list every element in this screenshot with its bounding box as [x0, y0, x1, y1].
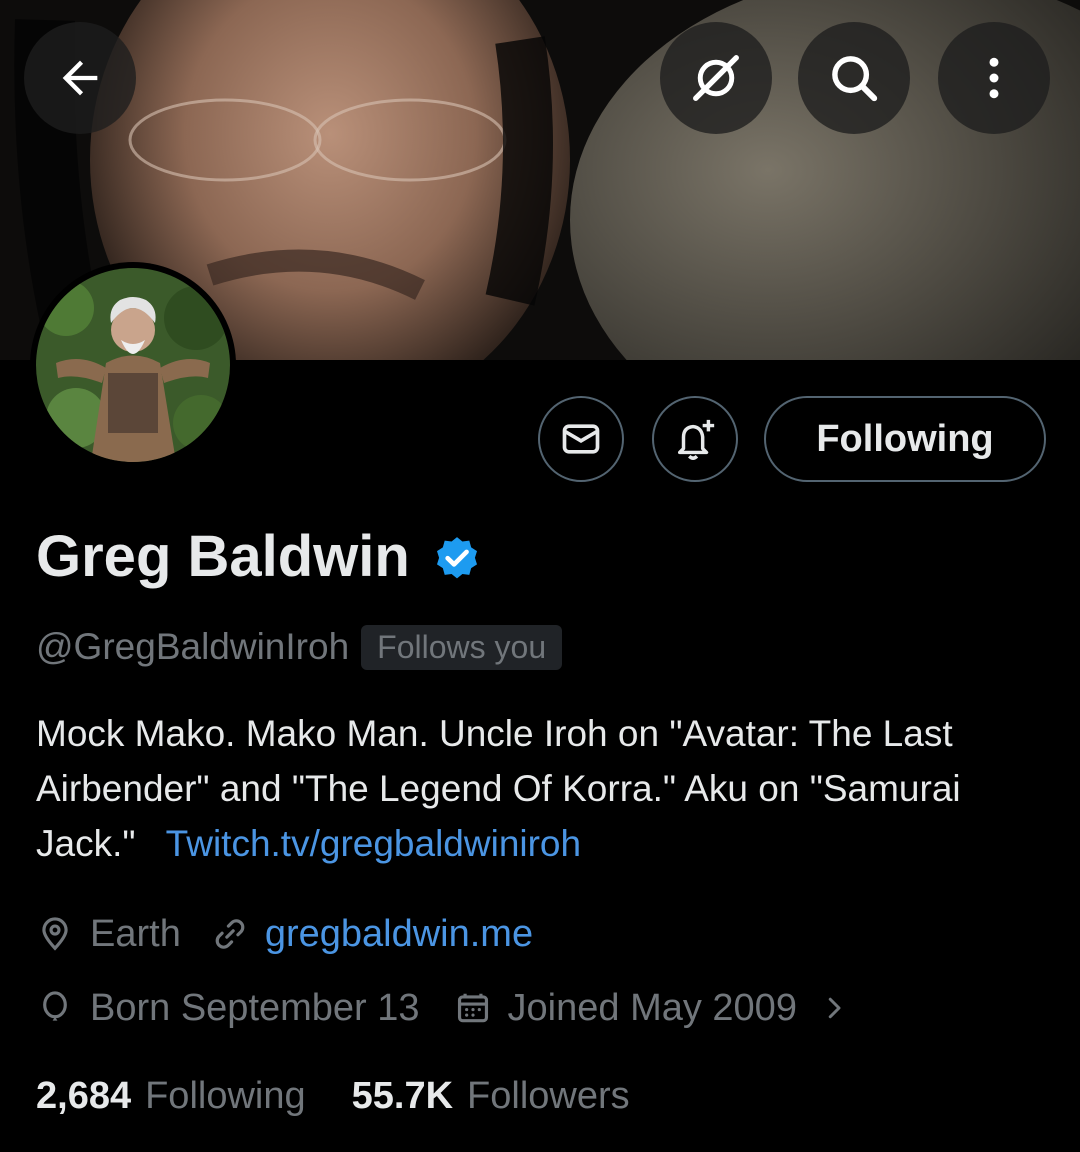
- bell-plus-icon: [677, 419, 715, 460]
- joined-item[interactable]: Joined May 2009: [454, 987, 849, 1030]
- balloon-icon: [43, 991, 67, 1021]
- location-pin-icon: [42, 917, 68, 951]
- follow-counts: 2,684 Following 55.7K Followers: [36, 1068, 630, 1124]
- location-item: Earth: [36, 913, 181, 956]
- website-link[interactable]: gregbaldwin.me: [265, 913, 533, 956]
- calendar-icon: [457, 993, 488, 1023]
- following-label: Following: [145, 1074, 306, 1117]
- profile-bio: Mock Mako. Mako Man. Uncle Iroh on "Avat…: [36, 706, 1046, 871]
- username-handle: @GregBaldwinIroh: [36, 626, 350, 667]
- grok-button[interactable]: [660, 22, 772, 134]
- handle-row: @GregBaldwinIroh Follows you: [36, 622, 563, 672]
- bio-link[interactable]: Twitch.tv/gregbaldwiniroh: [166, 823, 581, 864]
- display-name: Greg Baldwin: [36, 523, 410, 589]
- search-icon: [832, 56, 878, 102]
- meta-row-location: Earth gregbaldwin.me: [36, 908, 533, 960]
- avatar-image: [36, 268, 230, 462]
- verified-badge-icon[interactable]: [432, 534, 482, 584]
- followers-count: 55.7K: [351, 1074, 454, 1117]
- birthday-item: Born September 13: [36, 987, 420, 1030]
- followers-label: Followers: [467, 1074, 630, 1117]
- notifications-button[interactable]: [652, 396, 738, 482]
- envelope-icon: [562, 424, 600, 454]
- following-count-link[interactable]: 2,684 Following: [36, 1075, 306, 1118]
- more-vertical-icon: [989, 57, 999, 99]
- back-button[interactable]: [24, 22, 136, 134]
- chevron-right-icon[interactable]: [819, 993, 849, 1023]
- more-button[interactable]: [938, 22, 1050, 134]
- following-count: 2,684: [36, 1074, 132, 1117]
- joined-text: Joined May 2009: [507, 986, 797, 1029]
- following-button[interactable]: Following: [764, 396, 1046, 482]
- follows-you-badge: Follows you: [361, 624, 563, 670]
- grok-icon: [693, 55, 739, 101]
- link-icon: [215, 919, 245, 949]
- arrow-left-icon: [62, 60, 98, 96]
- message-button[interactable]: [538, 396, 624, 482]
- avatar[interactable]: [30, 262, 236, 468]
- name-row: Greg Baldwin: [36, 520, 482, 592]
- meta-row-dates: Born September 13 Joined May 2009: [36, 982, 849, 1034]
- website-item[interactable]: gregbaldwin.me: [211, 913, 533, 956]
- birthday-text: Born September 13: [90, 986, 420, 1029]
- search-button[interactable]: [798, 22, 910, 134]
- followers-count-link[interactable]: 55.7K Followers: [352, 1075, 630, 1118]
- location-text: Earth: [90, 912, 181, 955]
